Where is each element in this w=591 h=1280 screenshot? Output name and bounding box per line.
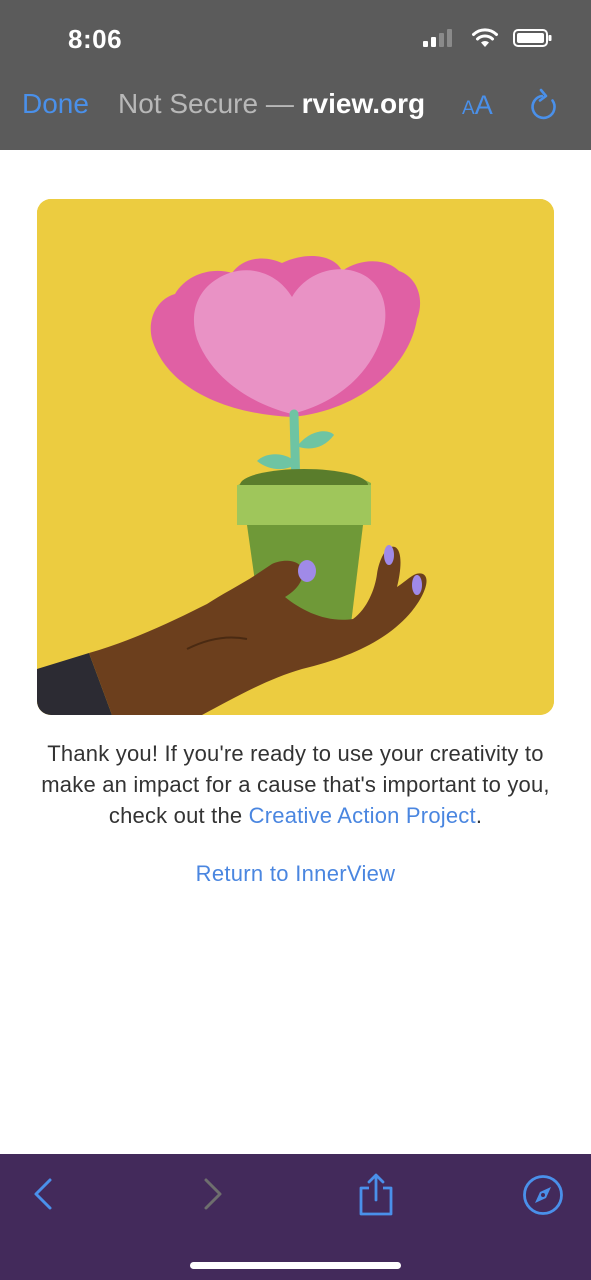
compass-icon[interactable] [522, 1174, 564, 1216]
status-time: 8:06 [68, 24, 123, 54]
message-period: . [475, 803, 483, 828]
hero-illustration [37, 199, 554, 715]
cellular-signal-icon [423, 29, 452, 47]
creative-action-project-link[interactable]: Creative Action Project [249, 803, 476, 828]
text-size-large-glyph: A [474, 90, 493, 120]
share-icon[interactable] [356, 1172, 396, 1218]
flower-pot-in-hand-illustration [37, 199, 554, 715]
browser-top-bar: 8:06 Done Not Secure — rview.org AA [0, 0, 591, 150]
text-size-button[interactable]: AA [462, 90, 493, 121]
text-size-small-glyph: A [462, 98, 475, 119]
return-to-innerview-link[interactable]: Return to InnerView [0, 861, 591, 887]
url-security-label: Not Secure — [118, 88, 302, 119]
url-domain: rview.org [301, 88, 426, 119]
home-indicator [190, 1262, 401, 1269]
done-button[interactable]: Done [22, 88, 89, 120]
forward-icon[interactable] [198, 1176, 226, 1212]
wifi-icon [472, 28, 498, 47]
back-icon[interactable] [30, 1176, 58, 1212]
battery-icon [513, 29, 552, 47]
reload-icon[interactable] [528, 88, 560, 124]
browser-nav-bar: Done Not Secure — rview.org AA [0, 84, 591, 134]
thank-you-message: Thank you! If you're ready to use your c… [34, 738, 557, 831]
status-icons [423, 28, 553, 48]
url-field[interactable]: Not Secure — rview.org [118, 88, 425, 120]
